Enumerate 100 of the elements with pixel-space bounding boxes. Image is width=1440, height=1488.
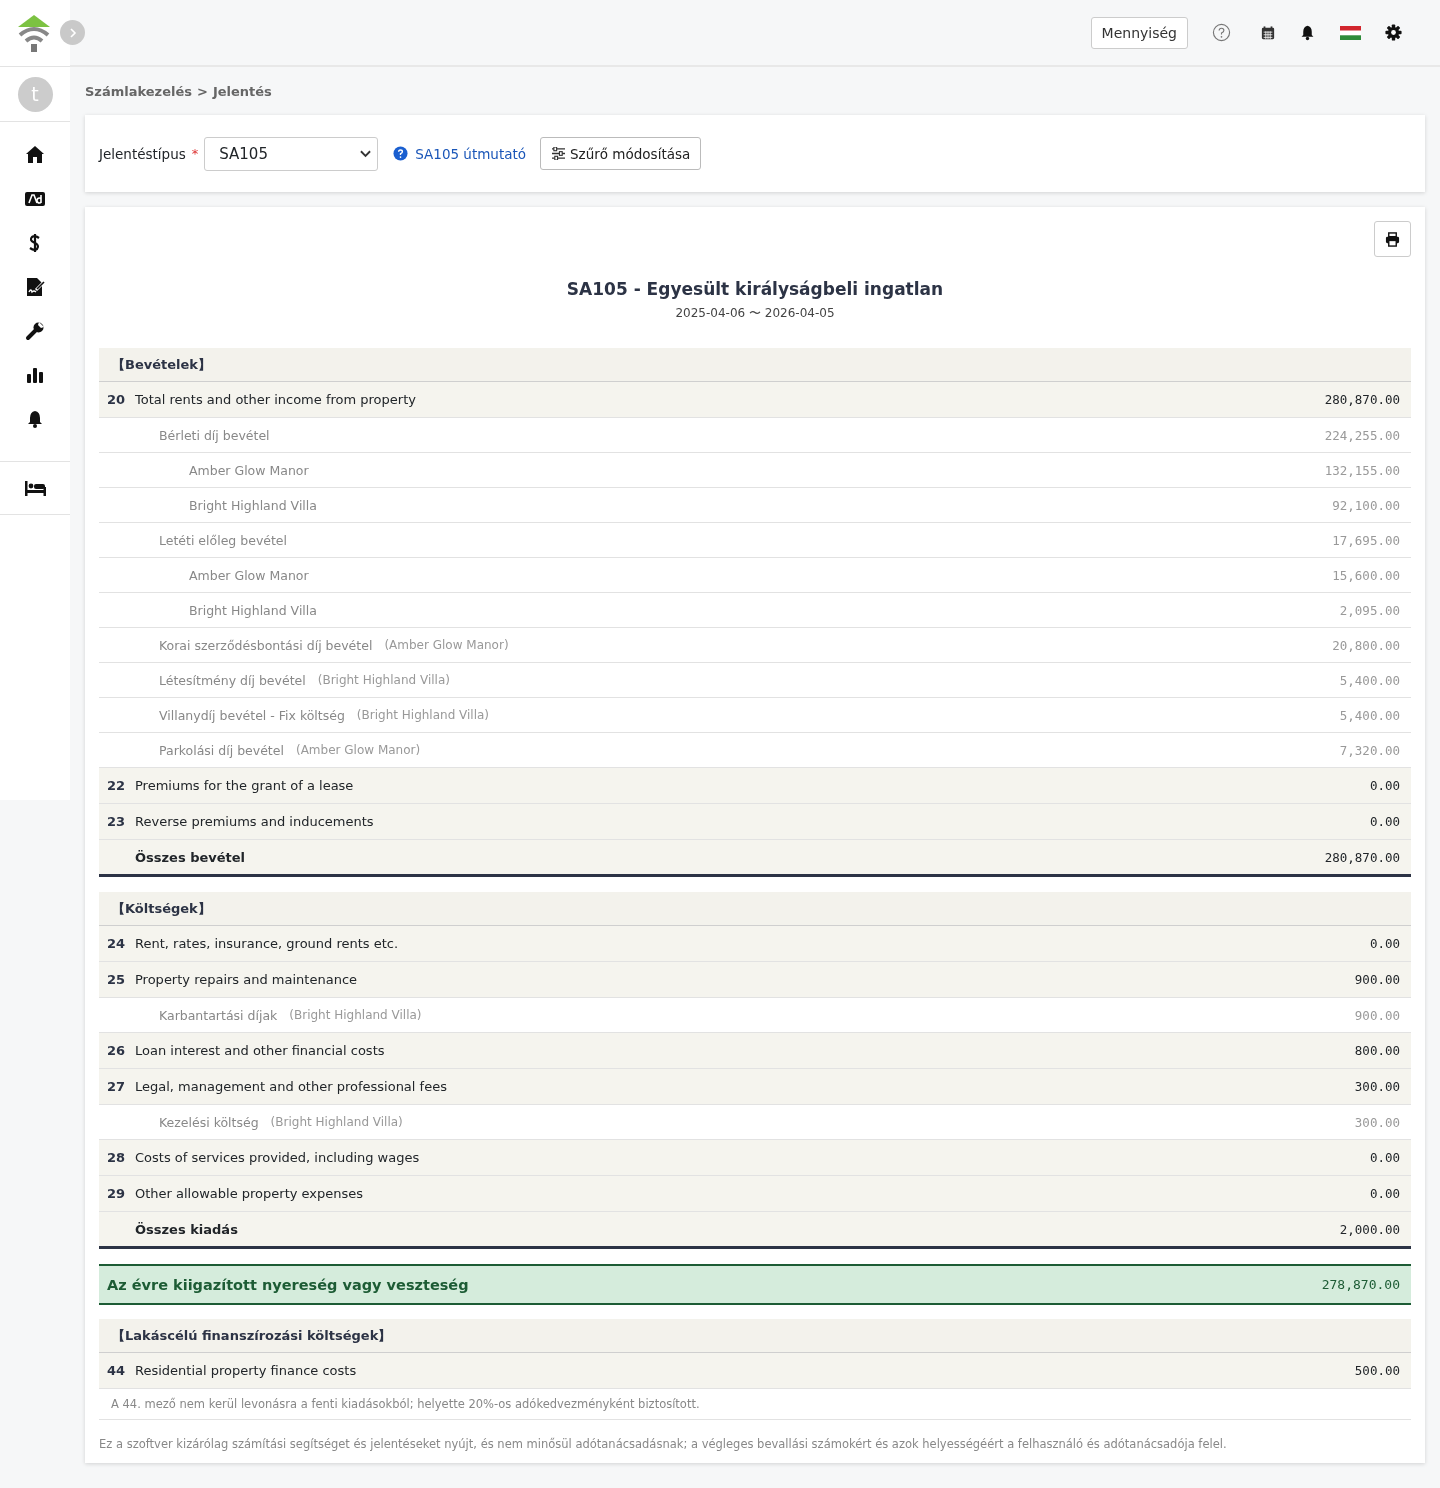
amount: 900.00 [1354, 1007, 1401, 1023]
amount: 224,255.00 [1324, 427, 1401, 443]
home-icon[interactable] [25, 145, 45, 165]
amount: 2,000.00 [1339, 1221, 1401, 1237]
disclaimer: Ez a szoftver kizárólag számítási segítséget és jelentéseket nyújt, és nem minősül adótanácsadásnak; a végleges bevallási számokért és azok helyességéért a felhasználó és adótanácsadója felel. [99, 1437, 1228, 1451]
report-title: SA105 - Egyesült királyságbeli ingatlan [565, 279, 945, 299]
row-label: Korai szerződésbontási díj bevétel [159, 637, 373, 653]
row-label: Premiums for the grant of a lease [135, 778, 354, 793]
amount: 5,400.00 [1339, 672, 1401, 688]
box-number: 26 [107, 1043, 127, 1058]
amount: 0.00 [1369, 1186, 1401, 1201]
amount: 92,100.00 [1332, 497, 1401, 513]
row-label: Karbantartási díjak [159, 1007, 278, 1023]
row-label: Legal, management and other professional fees [135, 1079, 447, 1094]
row-label: Villanydíj bevétel - Fix költség [159, 707, 345, 723]
amount: 0.00 [1369, 814, 1401, 829]
amount: 5,400.00 [1339, 707, 1401, 723]
row-label: Costs of services provided, including wages [135, 1150, 420, 1165]
box-number: 23 [107, 814, 127, 829]
row-label: Total rents and other income from property [135, 392, 416, 407]
property-name: (Bright Highland Villa) [356, 708, 490, 722]
row-label: Property repairs and maintenance [135, 972, 358, 987]
chevron-right-icon [67, 27, 78, 38]
row-label: Bright Highland Villa [189, 602, 317, 618]
breadcrumb-item: Jelentés [212, 83, 272, 99]
box-number: 44 [107, 1363, 127, 1378]
box-number: 29 [107, 1186, 127, 1201]
amount: 20,800.00 [1332, 637, 1401, 653]
total-label: Összes bevétel [135, 849, 246, 865]
bar-chart-icon[interactable] [25, 365, 45, 385]
guide-link[interactable]: SA105 útmutató [393, 145, 527, 162]
amount: 300.00 [1354, 1114, 1401, 1130]
row-label: Létesítmény díj bevétel [159, 672, 306, 688]
row-label: Bright Highland Villa [189, 497, 317, 513]
report-type-select[interactable]: SA105 [204, 136, 379, 171]
help-icon[interactable] [1212, 23, 1231, 42]
expand-toggle[interactable] [60, 20, 85, 45]
row-label: Parkolási díj bevétel [159, 742, 284, 758]
total-label: Összes kiadás [135, 1221, 238, 1237]
amount: 17,695.00 [1332, 532, 1401, 548]
bell-icon[interactable] [1299, 24, 1316, 41]
footnote: A 44. mező nem kerül levonásra a fenti kiadásokból; helyette 20%-os adókedvezményként biztosított. [111, 1397, 700, 1411]
property-name: (Bright Highland Villa) [270, 1115, 403, 1129]
report-type-label: Jelentéstípus [99, 145, 186, 162]
calendar-icon[interactable] [1261, 25, 1275, 40]
row-label: Residential property finance costs [135, 1363, 357, 1378]
box-number: 24 [107, 936, 127, 951]
profit-label: Az évre kiigazított nyereség vagy veszteség [107, 1276, 469, 1293]
help-icon [393, 146, 409, 161]
row-label: Letéti előleg bevétel [159, 532, 288, 548]
row-label: Amber Glow Manor [189, 567, 309, 583]
amount: 0.00 [1369, 1150, 1401, 1165]
amount: 278,870.00 [1321, 1277, 1401, 1292]
row-label: Loan interest and other financial costs [135, 1043, 385, 1058]
flag-icon[interactable] [1340, 25, 1361, 40]
amount: 800.00 [1354, 1043, 1401, 1058]
box-number: 25 [107, 972, 127, 987]
row-label: Amber Glow Manor [189, 462, 309, 478]
row-label: Rent, rates, insurance, ground rents etc. [135, 936, 399, 951]
box-number: 22 [107, 778, 127, 793]
wrench-icon[interactable] [25, 321, 45, 341]
amount: 7,320.00 [1339, 742, 1401, 758]
box-number: 27 [107, 1079, 127, 1094]
breadcrumb-separator: > [197, 83, 208, 99]
amount: 900.00 [1354, 972, 1401, 987]
section-header: 【Bevételek】 [99, 348, 1411, 382]
chevron-down-icon [360, 149, 372, 158]
quantity-button[interactable]: Mennyiség [1090, 16, 1188, 49]
required-mark: * [191, 146, 199, 161]
amount: 300.00 [1354, 1079, 1401, 1094]
amount: 0.00 [1369, 936, 1401, 951]
section-header: 【Költségek】 [99, 892, 1411, 926]
row-label: Reverse premiums and inducements [135, 814, 374, 829]
bed-icon[interactable] [23, 478, 47, 498]
report-period: 2025-04-06 〜 2026-04-05 [674, 305, 836, 322]
settings-icon[interactable] [1385, 24, 1402, 41]
property-name: (Amber Glow Manor) [295, 743, 421, 757]
filter-button[interactable]: Szűrő módosítása [540, 137, 702, 170]
breadcrumb-item[interactable]: Számlakezelés [85, 83, 192, 99]
row-label: Kezelési költség [159, 1114, 259, 1130]
section-header: 【Lakáscélú finanszírozási költségek】 [99, 1319, 1411, 1353]
property-name: (Amber Glow Manor) [384, 638, 509, 652]
amount: 280,870.00 [1324, 392, 1401, 407]
box-number: 20 [107, 392, 127, 407]
property-name: (Bright Highland Villa) [289, 1008, 422, 1022]
amount: 132,155.00 [1324, 462, 1401, 478]
amount: 15,600.00 [1332, 567, 1401, 583]
row-label: Other allowable property expenses [135, 1186, 364, 1201]
signed-document-icon[interactable] [25, 277, 45, 297]
print-button[interactable] [1374, 221, 1411, 257]
amount: 2,095.00 [1339, 602, 1401, 618]
property-name: (Bright Highland Villa) [317, 673, 450, 687]
sliders-icon [551, 147, 567, 160]
box-number: 28 [107, 1150, 127, 1165]
ad-icon[interactable] [25, 189, 45, 209]
row-label: Bérleti díj bevétel [159, 427, 270, 443]
amount: 0.00 [1369, 778, 1401, 793]
amount: 280,870.00 [1324, 849, 1401, 865]
printer-icon [1385, 231, 1400, 247]
amount: 500.00 [1354, 1363, 1401, 1378]
